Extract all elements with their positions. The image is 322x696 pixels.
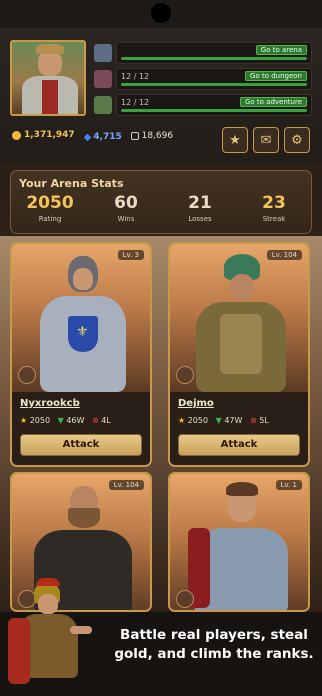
dungeon-row: 12 / 12 Go to dungeon [94,68,314,90]
loss-icon: ⊗ [91,416,99,425]
arena-progress-bar [121,57,307,60]
stat-wins: 60 Wins [114,193,138,223]
player-info: Dejmo ★ 2050 ▼ 47W ⊗ 5L Attack [170,392,308,465]
arena-panel: Go to arena [116,42,312,64]
player-stats: ★ 2050 ▼ 47W ⊗ 5L [178,416,269,425]
loss-icon: ⊗ [249,416,257,425]
rank-emblem-icon [176,366,194,384]
arena-stats-title: Your Arena Stats [19,177,124,190]
player-info: Nyxrookcb ★ 2050 ▼ 46W ⊗ 4L Attack [12,392,150,465]
currency-bar: 1,371,947 ◆ 4,715 18,696 [12,130,185,143]
promo-text: Battle real players, steal gold, and cli… [114,627,314,662]
stat-losses: 21 Losses [188,193,212,223]
level-badge: Lv. 104 [266,250,302,260]
level-badge: Lv. 3 [117,250,144,260]
dungeon-panel: 12 / 12 Go to dungeon [116,68,312,90]
trophy-icon: ▼ [215,416,222,425]
player-card[interactable]: Lv. 104 Dejmo ★ 2050 ▼ 47W ⊗ 5L Attack [168,242,310,467]
level-badge: Lv. 104 [108,480,144,490]
gold-display: 1,371,947 [12,130,75,140]
player-stats: ★ 2050 ▼ 46W ⊗ 4L [20,416,111,425]
rating-star-icon: ★ [178,416,186,425]
stat-rating: 2050 Rating [26,193,74,223]
arena-icon [94,44,112,62]
level-badge: Lv. 1 [275,480,302,490]
dungeon-icon [94,70,112,88]
rating-star-icon: ★ [20,416,28,425]
mail-icon: ✉ [260,132,272,148]
profile-header: Go to arena 12 / 12 Go to dungeon 12 / 1… [0,28,322,162]
go-to-dungeon-button[interactable]: Go to dungeon [245,71,307,81]
ticket-display: 18,696 [130,131,180,141]
gold-coin-icon [12,130,21,140]
adventure-icon [94,96,112,114]
adventure-row: 12 / 12 Go to adventure [94,94,314,116]
dungeon-progress-bar [121,83,307,86]
trophy-icon: ▼ [57,416,64,425]
player-card[interactable]: Lv. 1 [168,472,310,612]
mail-button[interactable]: ✉ [253,127,279,153]
gem-icon: ◆ [83,131,92,143]
player-name[interactable]: Nyxrookcb [20,398,80,409]
dungeon-count: 12 / 12 [121,72,150,81]
attack-button[interactable]: Attack [20,434,142,456]
adventure-progress-bar [121,109,307,112]
ticket-icon [130,131,139,140]
gladiator-mascot [0,578,96,696]
player-card[interactable]: ⚜ Lv. 3 Nyxrookcb ★ 2050 ▼ 46W ⊗ 4L Atta… [10,242,152,467]
speech-bubble-tip [98,642,110,656]
settings-button[interactable]: ⚙ [284,127,310,153]
stat-streak: 23 Streak [262,193,286,223]
gem-display: ◆ 4,715 [83,131,122,143]
camera-notch [151,3,171,23]
promo-banner: Battle real players, steal gold, and cli… [0,578,322,696]
player-name[interactable]: Dejmo [178,398,214,409]
star-icon: ★ [229,132,241,148]
go-to-adventure-button[interactable]: Go to adventure [239,97,307,107]
go-to-arena-button[interactable]: Go to arena [255,45,307,55]
fleur-de-lis-icon: ⚜ [76,324,89,340]
adventure-panel: 12 / 12 Go to adventure [116,94,312,116]
favorites-button[interactable]: ★ [222,127,248,153]
player-avatar[interactable] [10,40,86,116]
adventure-count: 12 / 12 [121,98,150,107]
rank-emblem-icon [18,366,36,384]
rank-emblem-icon [176,590,194,608]
gear-icon: ⚙ [291,132,303,148]
arena-stats-panel: Your Arena Stats 2050 Rating 60 Wins 21 … [10,170,312,234]
arena-row: Go to arena [94,42,314,64]
attack-button[interactable]: Attack [178,434,300,456]
